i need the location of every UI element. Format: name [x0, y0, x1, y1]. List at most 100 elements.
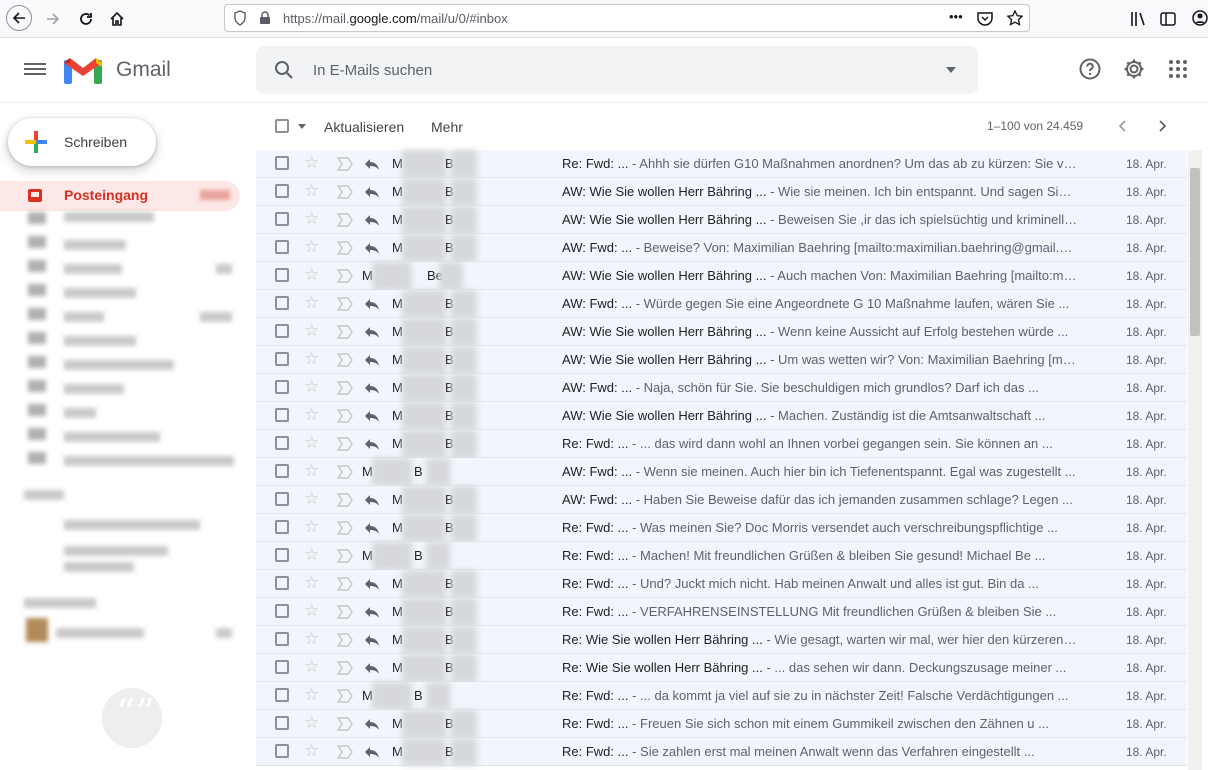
row-checkbox[interactable]	[275, 716, 289, 730]
row-checkbox[interactable]	[275, 744, 289, 758]
search-input[interactable]: In E-Mails suchen	[313, 62, 432, 79]
scrollbar[interactable]	[1188, 150, 1202, 770]
reload-button[interactable]	[73, 6, 99, 32]
row-checkbox[interactable]	[275, 492, 289, 506]
star-icon[interactable]: ☆	[304, 686, 319, 704]
page-actions-button[interactable]: •••	[949, 9, 963, 24]
help-icon[interactable]	[1078, 57, 1102, 81]
importance-marker-icon[interactable]	[336, 745, 354, 759]
row-checkbox[interactable]	[275, 408, 289, 422]
star-icon[interactable]: ☆	[304, 266, 319, 284]
star-icon[interactable]: ☆	[304, 518, 319, 536]
importance-marker-icon[interactable]	[336, 185, 354, 199]
gmail-logo-icon[interactable]	[64, 55, 102, 85]
row-checkbox[interactable]	[275, 604, 289, 618]
email-row[interactable]: ☆ M B AW: Fwd: ... - Wenn sie meinen. Au…	[256, 458, 1187, 486]
email-row[interactable]: ☆ M B Re: Fwd: ... - Sie zahlen erst mal…	[256, 738, 1187, 766]
email-row[interactable]: ☆ M B AW: Fwd: ... - Naja, schön für Sie…	[256, 374, 1187, 402]
star-icon[interactable]: ☆	[304, 378, 319, 396]
star-icon[interactable]: ☆	[304, 238, 319, 256]
email-row[interactable]: ☆ M B Re: Fwd: ... - Freuen Sie sich sch…	[256, 710, 1187, 738]
star-icon[interactable]: ☆	[304, 406, 319, 424]
star-icon[interactable]: ☆	[304, 658, 319, 676]
importance-marker-icon[interactable]	[336, 577, 354, 591]
email-row[interactable]: ☆ M B Re: Fwd: ... - Was meinen Sie? Doc…	[256, 514, 1187, 542]
hangouts-icon[interactable]	[102, 688, 162, 748]
email-row[interactable]: ☆ M B AW: Fwd: ... - Würde gegen Sie ein…	[256, 290, 1187, 318]
importance-marker-icon[interactable]	[336, 437, 354, 451]
row-checkbox[interactable]	[275, 688, 289, 702]
search-bar[interactable]: In E-Mails suchen	[256, 46, 978, 94]
back-button[interactable]	[6, 5, 32, 31]
forward-button[interactable]	[40, 6, 66, 32]
apps-grid-icon[interactable]	[1166, 57, 1190, 81]
row-checkbox[interactable]	[275, 520, 289, 534]
email-row[interactable]: ☆ M B AW: Fwd: ... - Beweise? Von: Maxim…	[256, 234, 1187, 262]
row-checkbox[interactable]	[275, 660, 289, 674]
bookmark-star-icon[interactable]	[1007, 10, 1023, 26]
row-checkbox[interactable]	[275, 632, 289, 646]
email-row[interactable]: ☆ M B Re: Fwd: ... - ... da kommt ja vie…	[256, 682, 1187, 710]
refresh-button[interactable]: Aktualisieren	[324, 119, 404, 135]
scrollbar-thumb[interactable]	[1190, 168, 1200, 336]
star-icon[interactable]: ☆	[304, 294, 319, 312]
star-icon[interactable]: ☆	[304, 210, 319, 228]
compose-button[interactable]: Schreiben	[8, 118, 156, 166]
star-icon[interactable]: ☆	[304, 154, 319, 172]
star-icon[interactable]: ☆	[304, 574, 319, 592]
importance-marker-icon[interactable]	[336, 353, 354, 367]
star-icon[interactable]: ☆	[304, 462, 319, 480]
row-checkbox[interactable]	[275, 296, 289, 310]
row-checkbox[interactable]	[275, 576, 289, 590]
importance-marker-icon[interactable]	[336, 297, 354, 311]
settings-gear-icon[interactable]	[1122, 57, 1146, 81]
importance-marker-icon[interactable]	[336, 381, 354, 395]
importance-marker-icon[interactable]	[336, 213, 354, 227]
importance-marker-icon[interactable]	[336, 661, 354, 675]
email-row[interactable]: ☆ M B AW: Fwd: ... - Haben Sie Beweise d…	[256, 486, 1187, 514]
star-icon[interactable]: ☆	[304, 630, 319, 648]
prev-page-chevron-left-icon[interactable]	[1116, 119, 1130, 133]
row-checkbox[interactable]	[275, 352, 289, 366]
next-page-chevron-right-icon[interactable]	[1155, 119, 1169, 133]
star-icon[interactable]: ☆	[304, 322, 319, 340]
email-row[interactable]: ☆ M B AW: Wie Sie wollen Herr Bähring ..…	[256, 346, 1187, 374]
row-checkbox[interactable]	[275, 212, 289, 226]
email-row[interactable]: ☆ M B AW: Wie Sie wollen Herr Bähring ..…	[256, 206, 1187, 234]
email-row[interactable]: ☆ M B Re: Fwd: ... - VERFAHRENSEINSTELLU…	[256, 598, 1187, 626]
row-checkbox[interactable]	[275, 240, 289, 254]
sidebar-item-inbox[interactable]: Posteingang	[0, 181, 240, 211]
importance-marker-icon[interactable]	[336, 241, 354, 255]
star-icon[interactable]: ☆	[304, 182, 319, 200]
search-options-icon[interactable]	[946, 67, 956, 73]
row-checkbox[interactable]	[275, 324, 289, 338]
email-row[interactable]: ☆ M B Re: Fwd: ... - Ahhh sie dürfen G10…	[256, 150, 1187, 178]
importance-marker-icon[interactable]	[336, 717, 354, 731]
star-icon[interactable]: ☆	[304, 350, 319, 368]
email-row[interactable]: ☆ M B Re: Fwd: ... - Und? Juckt mich nic…	[256, 570, 1187, 598]
star-icon[interactable]: ☆	[304, 714, 319, 732]
importance-marker-icon[interactable]	[336, 157, 354, 171]
row-checkbox[interactable]	[275, 436, 289, 450]
importance-marker-icon[interactable]	[336, 269, 354, 283]
star-icon[interactable]: ☆	[304, 490, 319, 508]
email-row[interactable]: ☆ M B AW: Wie Sie wollen Herr Bähring ..…	[256, 178, 1187, 206]
row-checkbox[interactable]	[275, 184, 289, 198]
row-checkbox[interactable]	[275, 464, 289, 478]
sidebar-icon[interactable]	[1160, 11, 1176, 27]
star-icon[interactable]: ☆	[304, 602, 319, 620]
importance-marker-icon[interactable]	[336, 549, 354, 563]
library-icon[interactable]	[1130, 11, 1146, 27]
address-bar[interactable]: https://mail.google.com/mail/u/0/#inbox …	[224, 4, 1030, 32]
importance-marker-icon[interactable]	[336, 605, 354, 619]
importance-marker-icon[interactable]	[336, 409, 354, 423]
importance-marker-icon[interactable]	[336, 521, 354, 535]
email-row[interactable]: ☆ M B Re: Fwd: ... - Machen! Mit freundl…	[256, 542, 1187, 570]
importance-marker-icon[interactable]	[336, 633, 354, 647]
email-row[interactable]: ☆ M B Re: Wie Sie wollen Herr Bähring ..…	[256, 626, 1187, 654]
email-row[interactable]: ☆ M B Re: Wie Sie wollen Herr Bähring ..…	[256, 654, 1187, 682]
main-menu-icon[interactable]	[24, 60, 46, 80]
search-icon[interactable]	[272, 58, 296, 82]
email-row[interactable]: ☆ M B Re: Fwd: ... - ... das wird dann w…	[256, 430, 1187, 458]
star-icon[interactable]: ☆	[304, 742, 319, 760]
